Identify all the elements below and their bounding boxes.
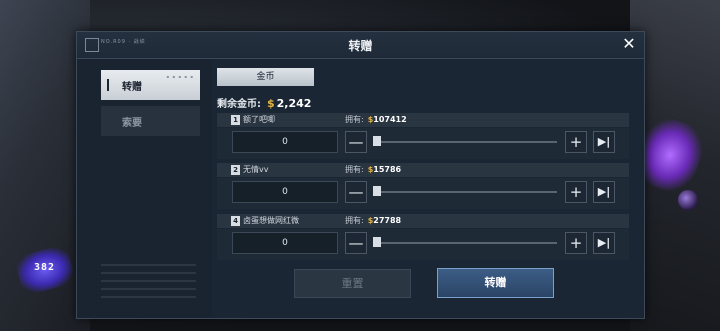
row-index: 4 xyxy=(231,216,240,226)
recipient-row: 2 无情vv 拥有: $15786 0 — + ▶| xyxy=(217,163,629,209)
owned-label: 拥有: xyxy=(345,165,364,174)
quantity-input[interactable]: 0 xyxy=(232,232,338,254)
owned-value: 107412 xyxy=(373,115,407,124)
recipient-row: 4 卤蛋想做网红微 拥有: $27788 0 — + ▶| xyxy=(217,214,629,260)
max-button[interactable]: ▶| xyxy=(593,232,615,254)
game-scene: 382 NO.R09 · 战绩 转赠 ✕ 转赠 ▪ ▪ ▪ ▪ ▪ 索要 金币 … xyxy=(0,0,720,331)
remaining-label: 剩余金币: xyxy=(217,99,261,110)
plus-button[interactable]: + xyxy=(565,232,587,254)
recipient-name: 额了吧唧 xyxy=(243,115,275,124)
tab-dots: ▪ ▪ ▪ ▪ ▪ xyxy=(166,74,194,79)
slider-handle[interactable] xyxy=(373,237,381,247)
owned-label: 拥有: xyxy=(345,115,364,124)
owned-label: 拥有: xyxy=(345,216,364,225)
row-controls: 0 — + ▶| xyxy=(217,178,629,209)
dialog-title: 转赠 xyxy=(348,39,373,53)
level-badge: 382 xyxy=(34,262,56,273)
sidebar-item-request[interactable]: 索要 xyxy=(101,106,200,136)
minus-button[interactable]: — xyxy=(345,181,367,203)
remaining-amount: 2,242 xyxy=(276,97,312,110)
slider-handle[interactable] xyxy=(373,136,381,146)
max-button[interactable]: ▶| xyxy=(593,181,615,203)
recipient-name: 卤蛋想做网红微 xyxy=(243,216,299,225)
sidebar-item-label: 索要 xyxy=(122,118,142,129)
recipient-name: 无情vv xyxy=(243,165,269,174)
amount-slider[interactable] xyxy=(373,242,557,244)
row-controls: 0 — + ▶| xyxy=(217,229,629,260)
row-header: 1 额了吧唧 拥有: $107412 xyxy=(217,113,629,127)
row-controls: 0 — + ▶| xyxy=(217,128,629,159)
owned-value: 15786 xyxy=(373,165,402,174)
owned-amount: 拥有: $107412 xyxy=(345,114,407,125)
owned-amount: 拥有: $27788 xyxy=(345,215,401,226)
owned-amount: 拥有: $15786 xyxy=(345,164,401,175)
quantity-input[interactable]: 0 xyxy=(232,181,338,203)
minus-button[interactable]: — xyxy=(345,232,367,254)
dialog-titlebar: NO.R09 · 战绩 转赠 ✕ xyxy=(77,32,644,59)
recipient-row: 1 额了吧唧 拥有: $107412 0 — + ▶| xyxy=(217,113,629,159)
close-icon[interactable]: ✕ xyxy=(620,35,638,53)
max-button[interactable]: ▶| xyxy=(593,131,615,153)
sidebar: 转赠 ▪ ▪ ▪ ▪ ▪ 索要 xyxy=(77,59,212,318)
amount-slider[interactable] xyxy=(373,191,557,193)
gift-dialog: NO.R09 · 战绩 转赠 ✕ 转赠 ▪ ▪ ▪ ▪ ▪ 索要 金币 剩余金币… xyxy=(76,31,645,319)
amount-slider[interactable] xyxy=(373,141,557,143)
sidebar-item-gift[interactable]: 转赠 ▪ ▪ ▪ ▪ ▪ xyxy=(101,70,200,100)
sidebar-item-label: 转赠 xyxy=(122,82,142,93)
row-header: 4 卤蛋想做网红微 拥有: $27788 xyxy=(217,214,629,228)
quantity-input[interactable]: 0 xyxy=(232,131,338,153)
slider-handle[interactable] xyxy=(373,186,381,196)
dollar-icon: $ xyxy=(267,97,275,110)
row-index: 2 xyxy=(231,165,240,175)
confirm-gift-button[interactable]: 转赠 xyxy=(437,268,554,298)
plus-button[interactable]: + xyxy=(565,181,587,203)
minus-button[interactable]: — xyxy=(345,131,367,153)
tab-indicator xyxy=(107,79,109,91)
owned-value: 27788 xyxy=(373,216,402,225)
sidebar-decoration xyxy=(101,264,196,314)
remaining-balance: 剩余金币: $2,242 xyxy=(217,95,311,110)
reset-button[interactable]: 重置 xyxy=(294,269,411,298)
tab-currency[interactable]: 金币 xyxy=(217,68,314,86)
row-header: 2 无情vv 拥有: $15786 xyxy=(217,163,629,177)
plus-button[interactable]: + xyxy=(565,131,587,153)
row-index: 1 xyxy=(231,115,240,125)
orb-right xyxy=(678,190,698,210)
